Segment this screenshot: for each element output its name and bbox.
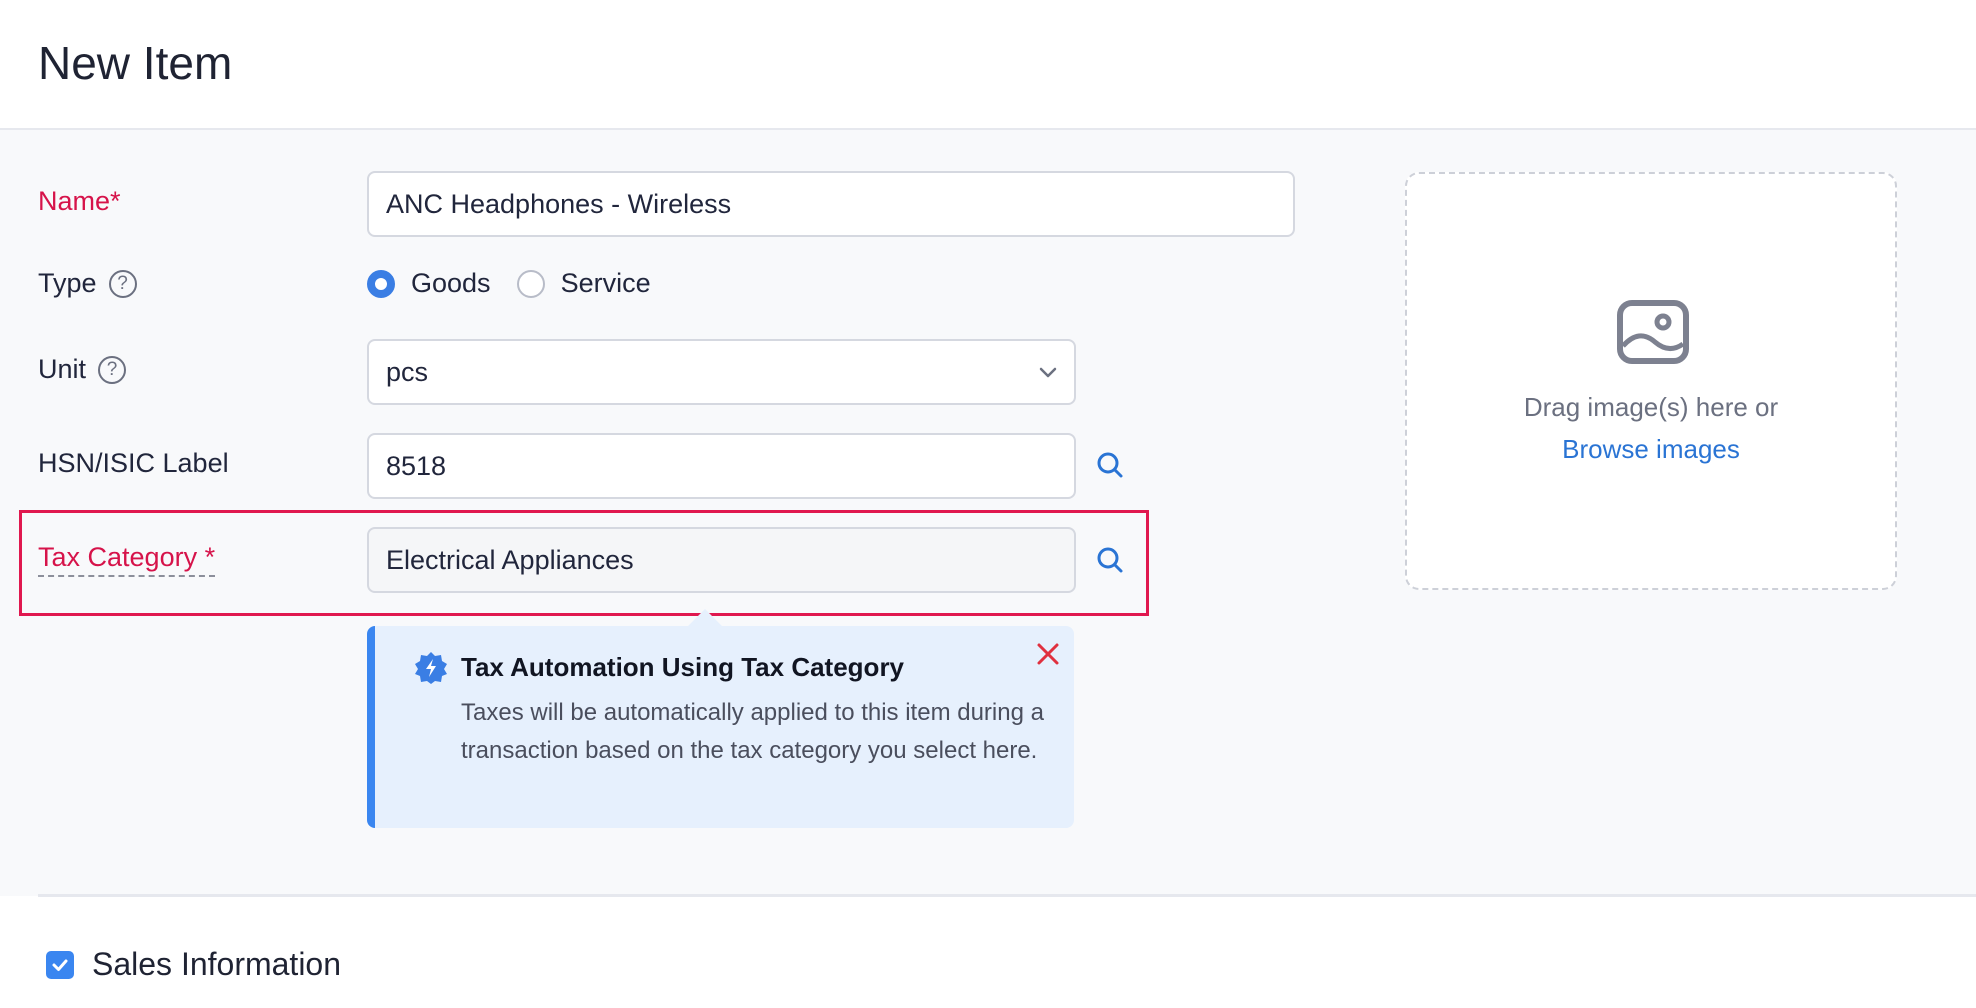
help-icon[interactable]: ? [108,269,137,298]
info-card-title: Tax Automation Using Tax Category [461,652,905,682]
browse-images-link[interactable]: Browse images [1407,434,1895,465]
type-option-service[interactable]: Service [516,268,651,299]
search-icon[interactable] [1093,448,1127,482]
section-divider [38,894,1976,897]
sales-information-label: Sales Information [92,946,342,982]
page-header: New Item [0,0,1976,130]
name-label: Name* [38,186,121,216]
search-icon[interactable] [1093,543,1127,577]
tax-category-input[interactable]: Electrical Appliances [367,527,1076,593]
hsn-label: HSN/ISIC Label [38,448,229,478]
close-button[interactable] [1028,634,1068,674]
tax-category-label: Tax Category * [38,542,216,577]
sales-information-checkbox[interactable] [46,950,74,979]
type-label: Type ? [38,268,137,299]
radio-goods[interactable] [367,269,395,298]
settings-bolt-icon [415,652,447,684]
type-option-goods[interactable]: Goods [367,268,491,299]
chevron-down-icon [1039,367,1057,378]
tax-automation-info-card: Tax Automation Using Tax Category Taxes … [367,626,1074,828]
sales-information-toggle[interactable]: Sales Information [46,946,341,983]
name-input[interactable]: ANC Headphones - Wireless [367,171,1295,237]
checkmark-icon [52,959,68,971]
info-card-body: Taxes will be automatically applied to t… [461,699,1044,764]
unit-label: Unit ? [38,354,127,385]
drag-hint: Drag image(s) here or [1523,392,1779,422]
radio-service[interactable] [516,269,545,298]
image-icon [1617,300,1689,364]
close-icon [1037,643,1059,665]
image-dropzone[interactable]: Drag image(s) here or Browse images [1405,172,1897,590]
hsn-input[interactable]: 8518 [367,433,1076,499]
type-radio-group: Goods Service [367,268,677,299]
help-icon[interactable]: ? [98,355,127,384]
unit-select[interactable]: pcs [367,339,1076,405]
page-title: New Item [38,37,233,89]
